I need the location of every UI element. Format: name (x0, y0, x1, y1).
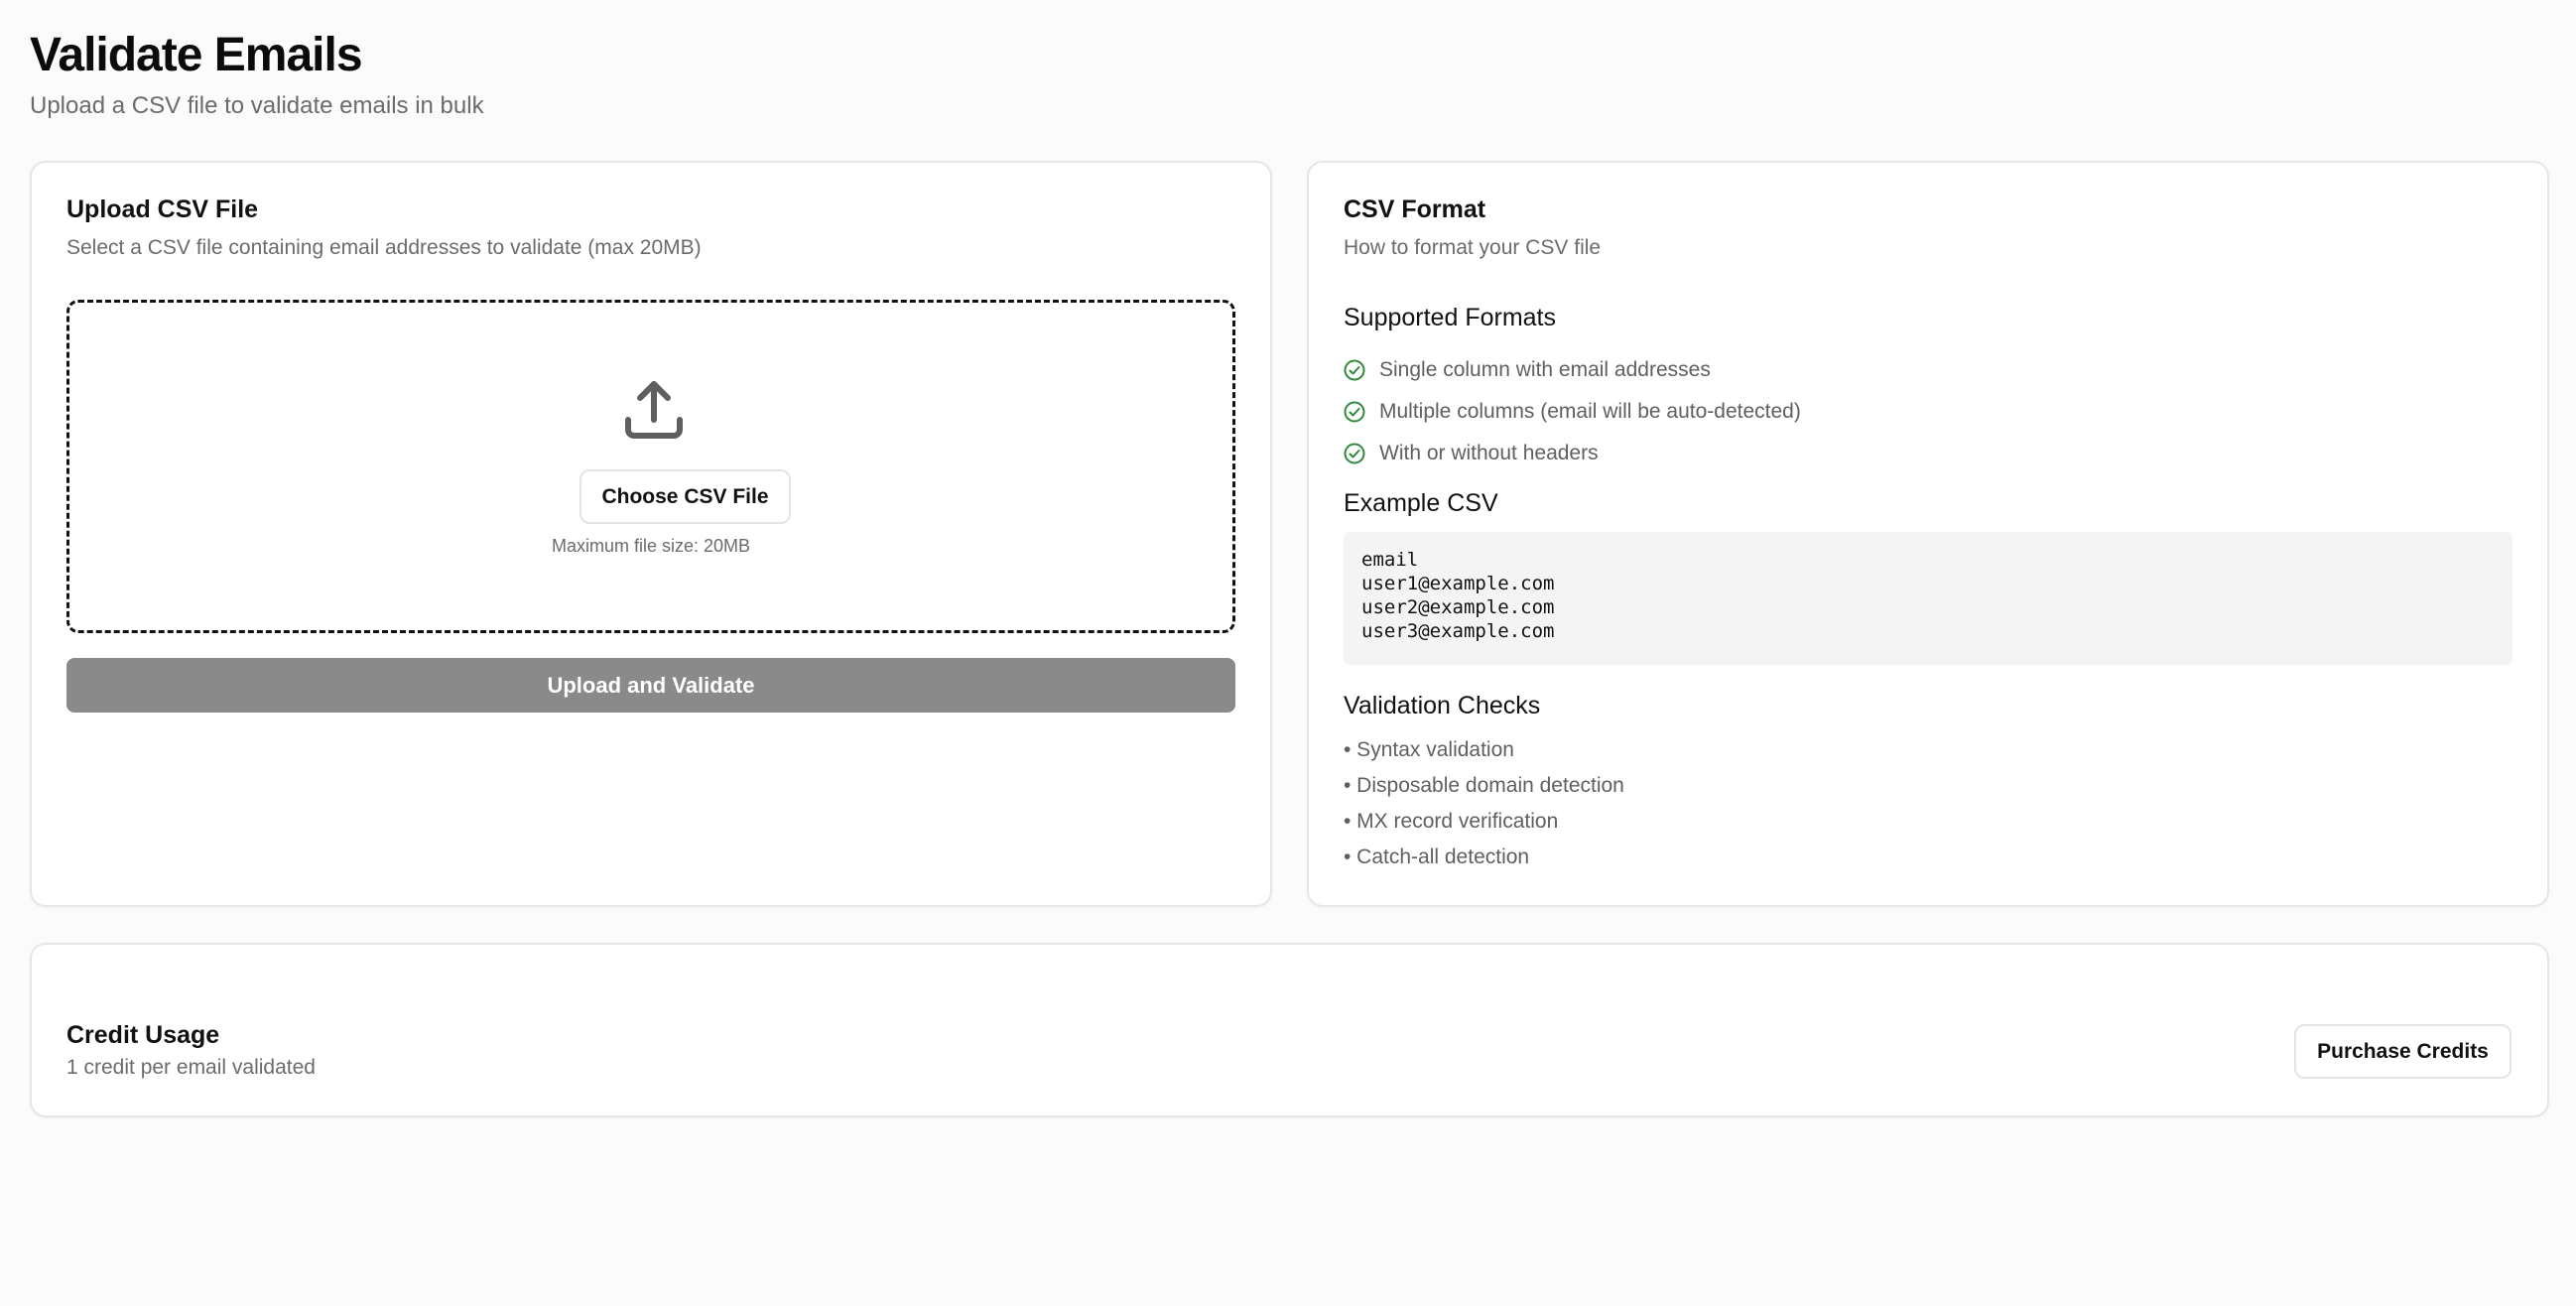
list-item: • Catch-all detection (1344, 846, 1530, 868)
upload-icon (625, 381, 683, 439)
format-card-description: How to format your CSV file (1344, 236, 1602, 259)
csv-dropzone[interactable]: Choose CSV File Maximum file size: 20MB (66, 300, 1235, 633)
choose-csv-file-button[interactable]: Choose CSV File (580, 469, 791, 524)
code-line: email (1361, 549, 1419, 571)
page-header: Validate Emails Upload a CSV file to val… (30, 26, 484, 121)
check-circle-icon (1344, 401, 1365, 423)
purchase-credits-button[interactable]: Purchase Credits (2294, 1024, 2512, 1079)
example-csv-code: email user1@example.com user2@example.com u… (1344, 532, 2512, 665)
page-subtitle: Upload a CSV file to validate emails in … (30, 92, 484, 119)
list-item: • Disposable domain detection (1344, 774, 1624, 797)
upload-card-description: Select a CSV file containing email addre… (66, 236, 702, 259)
page-title: Validate Emails (30, 29, 363, 81)
csv-format-card: CSV Format How to format your CSV file S… (1307, 161, 2549, 907)
validation-checks-heading: Validation Checks (1344, 692, 1541, 719)
code-line: user3@example.com (1361, 620, 1555, 642)
upload-and-validate-button[interactable]: Upload and Validate (66, 658, 1235, 713)
format-item-label: Multiple columns (email will be auto-det… (1379, 400, 1801, 423)
list-item: • Syntax validation (1344, 738, 1514, 761)
page: Validate Emails Upload a CSV file to val… (0, 0, 2576, 1306)
check-circle-icon (1344, 359, 1365, 381)
upload-card: Upload CSV File Select a CSV file contai… (30, 161, 1272, 907)
format-item-label: With or without headers (1379, 442, 1599, 464)
list-item: With or without headers (1344, 433, 1801, 474)
supported-formats-heading: Supported Formats (1344, 304, 1556, 331)
supported-formats-list: Single column with email addresses Multi… (1344, 349, 1801, 474)
credit-usage-card: Credit Usage 1 credit per email validate… (30, 943, 2549, 1117)
format-card-title: CSV Format (1344, 196, 1486, 223)
validation-checks-list: • Syntax validation • Disposable domain … (1344, 732, 1624, 875)
upload-card-title: Upload CSV File (66, 196, 259, 223)
list-item: Single column with email addresses (1344, 349, 1801, 391)
format-item-label: Single column with email addresses (1379, 358, 1711, 381)
list-item: Multiple columns (email will be auto-det… (1344, 391, 1801, 433)
code-line: user2@example.com (1361, 596, 1555, 618)
credit-usage-description: 1 credit per email validated (66, 1056, 316, 1079)
max-file-size-text: Maximum file size: 20MB (551, 536, 751, 556)
credit-usage-title: Credit Usage (66, 1021, 220, 1049)
list-item: • MX record verification (1344, 810, 1559, 833)
example-csv-heading: Example CSV (1344, 489, 1498, 517)
check-circle-icon (1344, 443, 1365, 464)
code-line: user1@example.com (1361, 573, 1555, 594)
